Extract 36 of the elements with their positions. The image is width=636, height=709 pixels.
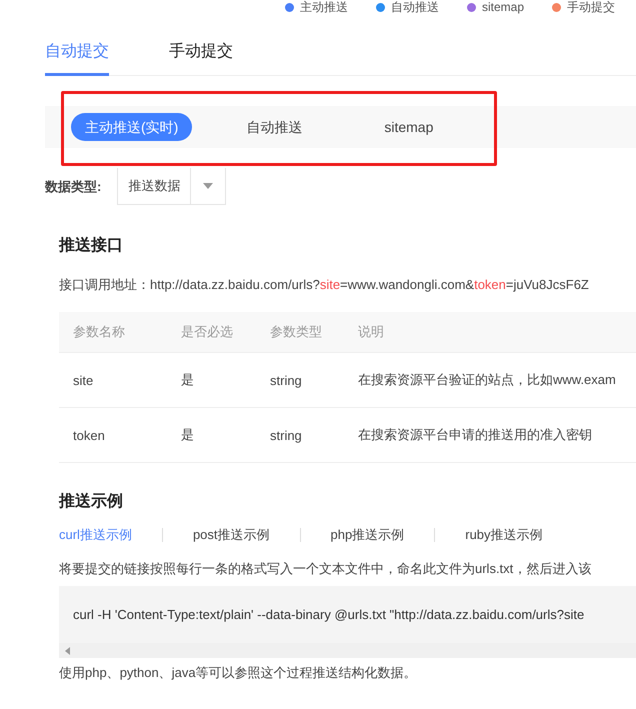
push-type-tab[interactable]: sitemap (370, 113, 448, 141)
tab[interactable]: 手动提交 (169, 39, 233, 76)
table-cell-text: 在搜索资源平台申请的推送用的准入密钥 (358, 426, 593, 444)
table-cell-text: string (270, 428, 303, 442)
table-cell-text: 在搜索资源平台验证的站点，比如www.exam (358, 371, 617, 389)
push-type-tab[interactable]: 主动推送(实时) (71, 113, 192, 141)
api-url: 接口调用地址：http://data.zz.baidu.com/urls?site=www.wandongli.com&token=juVu8JcsF6Z (59, 276, 590, 294)
column-header: 是否必选 (181, 323, 234, 341)
table-cell-text: token (73, 428, 106, 442)
section-title: 推送示例 (59, 492, 124, 512)
example-tab[interactable]: ruby推送示例 (465, 526, 573, 544)
table-cell-text: site (73, 372, 94, 388)
data-type-select[interactable]: 推送数据 (117, 168, 226, 205)
table-cell-text: 是 (181, 426, 195, 444)
tab[interactable]: 自动提交 (45, 39, 109, 76)
legend-item: 手动提交 (552, 0, 616, 16)
column-header: 说明 (358, 323, 385, 341)
data-type-label: 数据类型: (45, 178, 102, 196)
scrollbar[interactable] (59, 643, 636, 658)
table-cell-text: 是 (181, 371, 195, 389)
footer-note: 使用php、python、java等可以参照这个过程推送结构化数据。 (59, 664, 418, 682)
table-cell-text: string (270, 372, 303, 388)
legend-item: 主动推送 (285, 0, 348, 16)
code-block: curl -H 'Content-Type:text/plain' --data-binary @urls.txt "http://data.zz.baidu.com/urls?site (59, 586, 636, 643)
legend-item: 自动推送 (376, 0, 439, 16)
section-title: 推送接口 (59, 235, 124, 256)
description-text: 将要提交的链接按照每行一条的格式写入一个文本文件中，命名此文件为urls.txt，然后进入该 (59, 560, 592, 578)
example-tab[interactable]: curl推送示例 (59, 526, 162, 544)
scroll-left-icon[interactable] (65, 646, 70, 654)
column-header: 参数类型 (270, 323, 323, 341)
caret-icon (203, 183, 214, 189)
column-header: 参数名称 (73, 323, 126, 341)
push-type-tab[interactable]: 自动推送 (232, 113, 316, 141)
legend-item: sitemap (467, 0, 524, 14)
example-tab[interactable]: post推送示例 (192, 526, 300, 544)
example-tab[interactable]: php推送示例 (330, 526, 434, 544)
